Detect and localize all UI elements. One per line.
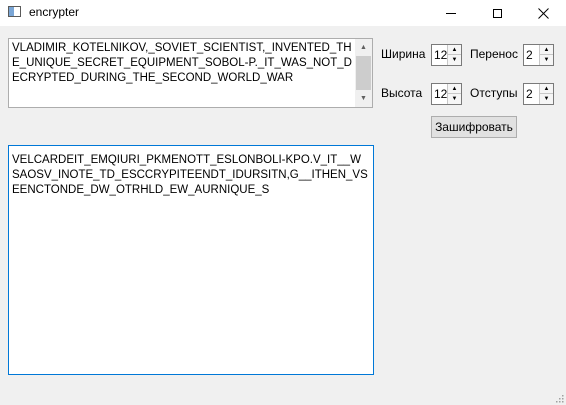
width-spinbox[interactable]: 12 ▲ ▼ bbox=[431, 44, 462, 66]
app-window-icon bbox=[8, 6, 21, 17]
window-title: encrypter bbox=[29, 5, 80, 19]
ciphertext-value: VELCARDEIT_EMQIURI_PKMENOTT_ESLONBOLI-KP… bbox=[12, 154, 368, 196]
minimize-button[interactable] bbox=[428, 0, 474, 26]
height-value: 12 bbox=[434, 87, 448, 101]
scroll-up-icon[interactable]: ▲ bbox=[355, 39, 372, 56]
wrap-spinbox[interactable]: 2 ▲ ▼ bbox=[523, 44, 554, 66]
scroll-down-icon[interactable]: ▼ bbox=[355, 90, 372, 107]
maximize-icon bbox=[492, 8, 502, 18]
width-value: 12 bbox=[434, 48, 448, 62]
spin-down-icon[interactable]: ▼ bbox=[540, 55, 553, 65]
indent-spinbox[interactable]: 2 ▲ ▼ bbox=[523, 83, 554, 105]
close-button[interactable] bbox=[520, 0, 566, 26]
wrap-value: 2 bbox=[526, 48, 533, 62]
height-spinbox[interactable]: 12 ▲ ▼ bbox=[431, 83, 462, 105]
spin-up-icon[interactable]: ▲ bbox=[448, 84, 461, 94]
indent-value: 2 bbox=[526, 87, 533, 101]
plaintext-value: VLADIMIR_KOTELNIKOV,_SOVIET_SCIENTIST,_I… bbox=[12, 42, 352, 84]
spin-down-icon[interactable]: ▼ bbox=[448, 55, 461, 65]
maximize-button[interactable] bbox=[474, 0, 520, 26]
spin-up-icon[interactable]: ▲ bbox=[540, 45, 553, 55]
plaintext-scrollbar[interactable]: ▲ ▼ bbox=[355, 39, 372, 107]
encrypt-button[interactable]: Зашифровать bbox=[431, 116, 517, 138]
scrollbar-thumb[interactable] bbox=[356, 56, 371, 90]
height-label: Высота bbox=[381, 86, 423, 100]
plaintext-input[interactable]: VLADIMIR_KOTELNIKOV,_SOVIET_SCIENTIST,_I… bbox=[8, 38, 373, 108]
wrap-label: Перенос bbox=[470, 47, 518, 61]
minimize-icon bbox=[446, 12, 456, 14]
indent-label: Отступы bbox=[470, 86, 518, 100]
spin-down-icon[interactable]: ▼ bbox=[448, 94, 461, 104]
title-bar: encrypter bbox=[0, 0, 566, 26]
resize-grip-icon[interactable] bbox=[554, 393, 564, 403]
spin-up-icon[interactable]: ▲ bbox=[540, 84, 553, 94]
close-icon bbox=[537, 7, 549, 19]
width-label: Ширина bbox=[381, 47, 426, 61]
spin-up-icon[interactable]: ▲ bbox=[448, 45, 461, 55]
ciphertext-output[interactable]: VELCARDEIT_EMQIURI_PKMENOTT_ESLONBOLI-KP… bbox=[8, 145, 374, 375]
spin-down-icon[interactable]: ▼ bbox=[540, 94, 553, 104]
